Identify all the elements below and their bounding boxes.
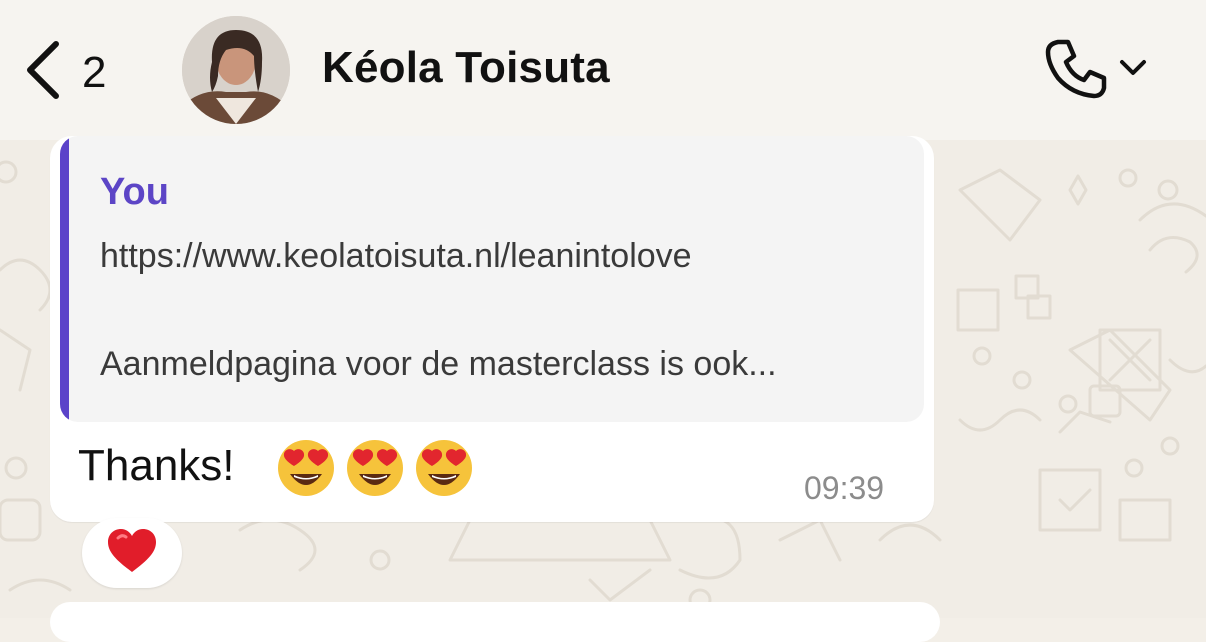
call-button[interactable] — [1044, 36, 1148, 105]
reaction-badge[interactable] — [82, 518, 182, 588]
unread-count: 2 — [82, 47, 107, 97]
quote-snippet: Aanmeldpagina voor de masterclass is ook… — [100, 345, 777, 383]
back-button[interactable]: 2 — [22, 38, 106, 107]
heart-icon — [108, 529, 156, 572]
chevron-left-icon — [22, 38, 62, 107]
message-timestamp: 09:39 — [804, 470, 885, 506]
chat-header: 2 Kéola Toisuta — [0, 0, 1206, 140]
contact-name[interactable]: Kéola Toisuta — [322, 43, 610, 92]
emoji-row — [276, 438, 483, 498]
heart-eyes-emoji — [345, 438, 405, 498]
heart-eyes-emoji — [276, 438, 336, 498]
quote-link: https://www.keolatoisuta.nl/leanintolove — [100, 237, 692, 275]
chevron-down-icon — [1118, 58, 1148, 83]
message-bubble[interactable]: You https://www.keolatoisuta.nl/leaninto… — [50, 136, 934, 522]
message-text: Thanks! — [78, 441, 235, 490]
heart-eyes-emoji — [414, 438, 474, 498]
avatar[interactable] — [182, 16, 290, 124]
quoted-message[interactable]: You https://www.keolatoisuta.nl/leaninto… — [60, 136, 924, 422]
phone-icon — [1044, 36, 1108, 105]
quote-author: You — [100, 171, 169, 213]
next-message-bubble[interactable] — [50, 602, 940, 642]
quote-accent-bar — [60, 136, 69, 422]
